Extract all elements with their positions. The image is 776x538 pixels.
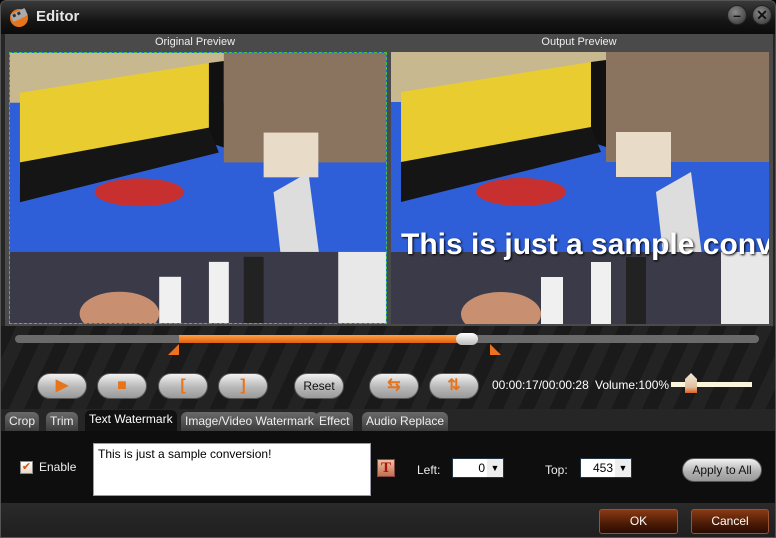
enable-label: Enable — [39, 460, 77, 474]
output-preview-label: Output Preview — [541, 36, 617, 48]
trim-end-marker[interactable] — [490, 344, 502, 355]
watermark-overlay-text: This is just a sample conversion! — [401, 228, 769, 261]
mark-out-button[interactable]: ] — [218, 373, 268, 399]
left-position-combo[interactable]: 0 ▼ — [452, 458, 504, 478]
mark-in-icon: [ — [180, 377, 186, 394]
trim-start-marker[interactable] — [167, 344, 179, 355]
play-button[interactable]: ▶ — [37, 373, 87, 399]
flip-vertical-icon: ⇅ — [447, 377, 461, 394]
font-settings-button[interactable]: T — [377, 459, 395, 477]
mark-out-icon: ] — [240, 377, 246, 394]
cancel-button[interactable]: Cancel — [691, 509, 769, 534]
ok-button[interactable]: OK — [599, 509, 678, 534]
flip-vertical-button[interactable]: ⇅ — [429, 373, 479, 399]
tab-crop[interactable]: Crop — [5, 412, 40, 431]
video-frame-image — [10, 53, 386, 323]
minimize-button[interactable]: – — [727, 5, 747, 25]
tab-image-video-watermark[interactable]: Image/Video Watermark — [181, 412, 318, 431]
top-position-combo[interactable]: 453 ▼ — [580, 458, 632, 478]
tab-text-watermark[interactable]: Text Watermark — [85, 410, 177, 431]
volume-slider-track[interactable] — [671, 382, 752, 387]
tab-trim[interactable]: Trim — [46, 412, 78, 431]
left-position-value: 0 — [478, 461, 485, 475]
dialog-footer: OK Cancel — [1, 503, 775, 537]
chevron-down-icon: ▼ — [615, 459, 631, 477]
reset-button[interactable]: Reset — [294, 373, 344, 399]
window-title: Editor — [36, 8, 80, 25]
preview-area: Original Preview Output Preview This is … — [5, 34, 773, 326]
enable-checkbox[interactable]: ✔ — [20, 461, 33, 474]
play-icon: ▶ — [55, 377, 69, 394]
output-preview-video[interactable]: This is just a sample conversion! — [391, 52, 769, 324]
stop-icon: ■ — [117, 377, 127, 394]
editor-window: Editor – ✕ Original Preview Output Previ… — [0, 0, 776, 538]
close-button[interactable]: ✕ — [752, 5, 772, 25]
flip-horizontal-button[interactable]: ⇆ — [369, 373, 419, 399]
title-bar[interactable]: Editor – ✕ — [1, 1, 775, 34]
playback-controls: ▶ ■ [ ] Reset ⇆ ⇅ 00:00:17/00:00:28 Volu… — [1, 326, 775, 409]
top-label: Top: — [545, 463, 568, 477]
timeline-trim-selection — [178, 335, 467, 343]
flip-horizontal-icon: ⇆ — [387, 377, 401, 394]
watermark-text-input[interactable] — [93, 443, 371, 496]
mark-in-button[interactable]: [ — [158, 373, 208, 399]
app-logo-icon — [10, 8, 28, 27]
tab-effect[interactable]: Effect — [315, 412, 354, 431]
editor-tabs: Crop Trim Text Watermark Image/Video Wat… — [1, 409, 775, 431]
original-preview-video[interactable] — [9, 52, 387, 324]
chevron-down-icon: ▼ — [487, 459, 503, 477]
text-watermark-panel: ✔ Enable T Left: 0▼ Top: 453▼ Apply to A… — [1, 431, 775, 503]
text-font-icon: T — [380, 460, 391, 476]
timeline-playhead[interactable] — [455, 333, 478, 345]
tab-audio-replace[interactable]: Audio Replace — [362, 412, 449, 431]
volume-label: Volume:100% — [595, 378, 670, 392]
original-preview-label: Original Preview — [154, 36, 236, 48]
volume-slider-thumb[interactable] — [685, 373, 697, 393]
left-label: Left: — [417, 463, 441, 477]
time-display: 00:00:17/00:00:28 — [492, 378, 589, 392]
stop-button[interactable]: ■ — [97, 373, 147, 399]
video-frame-image — [391, 52, 769, 324]
apply-to-all-button[interactable]: Apply to All — [682, 458, 762, 482]
top-position-value: 453 — [592, 461, 613, 475]
